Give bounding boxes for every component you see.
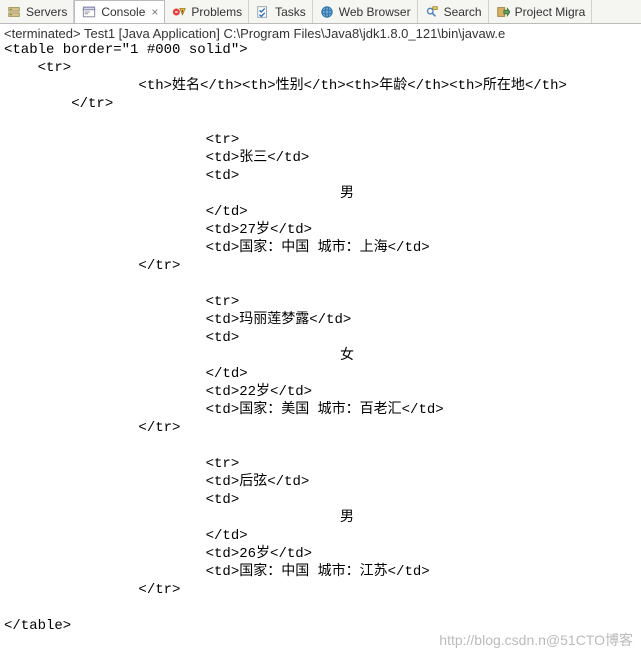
tasks-icon: [255, 4, 271, 20]
tab-project-migration[interactable]: Project Migra: [489, 0, 593, 23]
tab-label: Tasks: [275, 5, 306, 19]
tab-servers[interactable]: Servers: [0, 0, 74, 23]
tab-problems[interactable]: Problems: [165, 0, 249, 23]
tab-tasks[interactable]: Tasks: [249, 0, 313, 23]
search-icon: [424, 4, 440, 20]
view-tabbar: Servers Console × Problems Tasks Web Bro…: [0, 0, 641, 24]
tab-console[interactable]: Console ×: [74, 0, 165, 23]
tab-search[interactable]: Search: [418, 0, 489, 23]
tab-web-browser[interactable]: Web Browser: [313, 0, 418, 23]
tab-label: Console: [101, 5, 145, 19]
servers-icon: [6, 4, 22, 20]
console-icon: [81, 4, 97, 20]
tab-label: Problems: [191, 5, 242, 19]
project-migration-icon: [495, 4, 511, 20]
console-output[interactable]: <table border="1 #000 solid"> <tr> <th>姓…: [0, 41, 641, 639]
launch-status-line: <terminated> Test1 [Java Application] C:…: [0, 24, 641, 41]
close-icon[interactable]: ×: [151, 5, 158, 19]
tab-label: Servers: [26, 5, 67, 19]
tab-label: Web Browser: [339, 5, 411, 19]
tab-label: Search: [444, 5, 482, 19]
tab-label: Project Migra: [515, 5, 586, 19]
problems-icon: [171, 4, 187, 20]
globe-icon: [319, 4, 335, 20]
